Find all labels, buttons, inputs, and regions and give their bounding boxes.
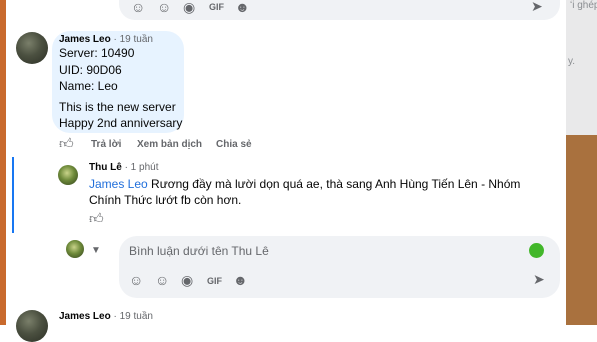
reply-author: Thu Lê · 1 phút bbox=[89, 162, 158, 173]
green-status-icon[interactable] bbox=[529, 243, 544, 258]
gif-icon[interactable]: GIF bbox=[209, 0, 224, 14]
background-text-2: y. bbox=[568, 56, 576, 67]
reply-author-name[interactable]: Thu Lê bbox=[89, 162, 122, 173]
comment-input[interactable]: Bình luận dưới tên Thu Lê bbox=[129, 244, 269, 258]
avatar-sticker-icon[interactable]: ☺ bbox=[131, 0, 145, 14]
author-name[interactable]: James Leo bbox=[59, 311, 111, 322]
thread-line bbox=[12, 157, 14, 233]
reply-link[interactable]: Trả lời bbox=[91, 139, 121, 150]
sticker-icon[interactable]: ☻ bbox=[235, 0, 250, 14]
comment-time[interactable]: · 19 tuần bbox=[113, 34, 152, 45]
previous-composer-toolbar: ☺ ☺ ◉ GIF ☻ ➤ bbox=[119, 0, 560, 20]
comment-line: This is the new server bbox=[59, 100, 176, 114]
comment-line: UID: 90D06 bbox=[59, 63, 122, 77]
like-icon[interactable]: 👍︎ bbox=[59, 136, 74, 150]
gif-icon[interactable]: GIF bbox=[207, 274, 222, 288]
reply-avatar[interactable] bbox=[58, 165, 78, 185]
avatar[interactable] bbox=[16, 32, 48, 64]
emoji-icon[interactable]: ☺ bbox=[155, 273, 169, 287]
author-name[interactable]: James Leo bbox=[59, 34, 111, 45]
avatar[interactable] bbox=[16, 310, 48, 342]
send-icon[interactable]: ➤ bbox=[533, 272, 545, 286]
composer-avatar[interactable] bbox=[66, 240, 84, 258]
comment-time[interactable]: · 19 tuần bbox=[113, 311, 152, 322]
avatar-sticker-icon[interactable]: ☺ bbox=[129, 273, 143, 287]
reply-time[interactable]: · 1 phút bbox=[125, 162, 159, 173]
emoji-icon[interactable]: ☺ bbox=[157, 0, 171, 14]
share-link[interactable]: Chia sẻ bbox=[216, 139, 252, 150]
camera-icon[interactable]: ◉ bbox=[181, 273, 193, 287]
sticker-icon[interactable]: ☻ bbox=[233, 273, 248, 287]
comment-line: Happy 2nd anniversary bbox=[59, 116, 183, 130]
comment-author[interactable]: James Leo · 19 tuần bbox=[59, 34, 153, 45]
comment-line: Name: Leo bbox=[59, 79, 118, 93]
translate-link[interactable]: Xem bản dịch bbox=[137, 139, 202, 150]
background-right-edge: ʻi ghép y. bbox=[566, 0, 597, 325]
comment-composer: Bình luận dưới tên Thu Lê ☺ ☺ ◉ GIF ☻ ➤ bbox=[119, 236, 560, 298]
camera-icon[interactable]: ◉ bbox=[183, 0, 195, 14]
background-text-1: ʻi ghép bbox=[570, 0, 597, 11]
reply-text-line-1: James Leo Rương đầy mà lười dọn quá ae, … bbox=[89, 176, 520, 192]
comments-panel: ☺ ☺ ◉ GIF ☻ ➤ James Leo · 19 tuần Server… bbox=[6, 0, 566, 342]
next-comment-author: James Leo · 19 tuần bbox=[59, 311, 153, 322]
mention-link[interactable]: James Leo bbox=[89, 177, 148, 191]
comment-line: Server: 10490 bbox=[59, 46, 135, 60]
reply-text: Rương đầy mà lười dọn quá ae, thà sang A… bbox=[151, 177, 521, 191]
chevron-down-icon[interactable]: ▼ bbox=[91, 244, 101, 258]
send-icon[interactable]: ➤ bbox=[531, 0, 543, 13]
comment-bubble: James Leo · 19 tuần Server: 10490 UID: 9… bbox=[52, 31, 184, 133]
reply-text-line-2: Chính Thức lướt fb còn hơn. bbox=[89, 193, 242, 207]
like-icon[interactable]: 👍︎ bbox=[89, 211, 104, 225]
